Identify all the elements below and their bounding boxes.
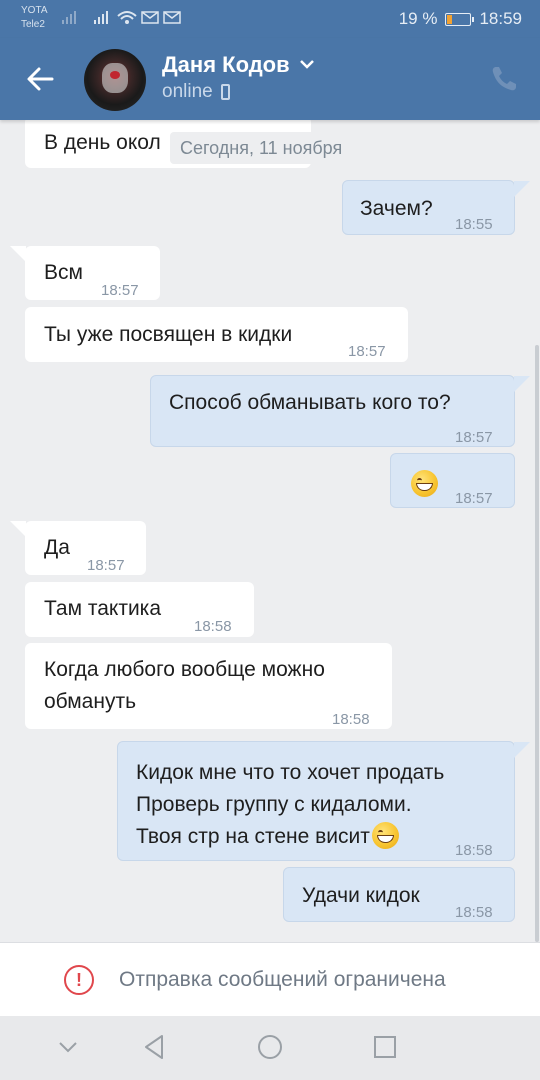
message-time: 18:57 xyxy=(348,343,386,360)
restriction-text: Отправка сообщений ограничена xyxy=(119,968,446,991)
chevron-down-icon xyxy=(296,56,314,72)
contact-name: Даня Кодов xyxy=(162,52,290,77)
bubble-tail xyxy=(514,742,530,758)
status-right: 19 % 18:59 xyxy=(399,9,522,29)
grinning-face-icon xyxy=(371,821,399,849)
message-list[interactable]: В день окол Сегодня, 11 ноября Зачем? 18… xyxy=(0,120,540,942)
battery-fill xyxy=(447,14,452,24)
carrier-2: Tele2 xyxy=(21,19,45,30)
message-incoming[interactable]: Когда любого вообще можно обмануть 18:58 xyxy=(25,643,392,729)
message-text: Способ обманывать кого то? xyxy=(169,391,451,414)
avatar[interactable] xyxy=(84,49,146,111)
message-text: Твоя стр на стене висит xyxy=(136,825,370,848)
message-outgoing[interactable]: Способ обманывать кого то? 18:57 xyxy=(150,375,515,447)
bubble-tail xyxy=(514,376,530,392)
message-time: 18:57 xyxy=(101,282,139,299)
carrier-1: YOTA xyxy=(21,5,48,16)
message-time: 18:57 xyxy=(455,429,493,446)
back-icon[interactable] xyxy=(139,1032,169,1062)
message-outgoing[interactable]: Кидок мне что то хочет продать Проверь г… xyxy=(117,741,515,861)
chat-header: Даня Кодов online xyxy=(0,38,540,120)
message-incoming[interactable]: Всм 18:57 xyxy=(25,246,160,300)
signal-icon xyxy=(62,11,181,24)
status-bar: YOTA Tele2 19 % 18:59 xyxy=(0,0,540,38)
message-text-line: Кидок мне что то хочет продать xyxy=(136,761,445,784)
scrollbar[interactable] xyxy=(535,345,539,942)
grinning-face-icon xyxy=(411,469,438,497)
message-text: Удачи кидок xyxy=(302,884,420,907)
message-text: Всм xyxy=(44,261,83,284)
message-text: Ты уже посвящен в кидки xyxy=(44,323,293,346)
bubble-tail xyxy=(10,521,26,537)
online-status: online xyxy=(162,81,230,103)
message-text-line: Проверь группу с кидаломи. xyxy=(136,793,412,816)
mobile-icon xyxy=(220,84,230,100)
message-text-line: Когда любого вообще можно xyxy=(44,658,325,681)
hide-keyboard-icon[interactable] xyxy=(53,1032,83,1062)
message-time: 18:58 xyxy=(194,618,232,635)
message-incoming[interactable]: Да 18:57 xyxy=(25,521,146,575)
carrier-names: YOTA Tele2 xyxy=(21,4,47,32)
bubble-tail xyxy=(10,246,26,262)
message-text: Там тактика xyxy=(44,597,161,620)
message-time: 18:58 xyxy=(455,842,493,859)
online-text: online xyxy=(162,81,213,102)
date-separator: Сегодня, 11 ноября xyxy=(170,132,353,164)
back-arrow-icon[interactable] xyxy=(22,62,58,96)
phone-icon[interactable] xyxy=(488,63,520,95)
battery-icon xyxy=(445,12,475,26)
battery-percent: 19 % xyxy=(398,9,438,28)
exclamation-circle-icon: ! xyxy=(64,965,94,995)
signal-wifi-icons xyxy=(62,8,182,31)
message-outgoing[interactable]: 18:57 xyxy=(390,453,515,508)
message-outgoing[interactable]: Удачи кидок 18:58 xyxy=(283,867,515,922)
message-text: Да xyxy=(44,536,70,559)
contact-name-group[interactable]: Даня Кодов xyxy=(162,52,314,78)
message-incoming[interactable]: Там тактика 18:58 xyxy=(25,582,254,637)
message-time: 18:55 xyxy=(455,216,493,233)
bubble-tail xyxy=(514,181,530,197)
restriction-banner: ! Отправка сообщений ограничена xyxy=(0,942,540,1017)
message-time: 18:58 xyxy=(455,904,493,921)
message-time: 18:57 xyxy=(455,490,493,507)
recents-icon[interactable] xyxy=(370,1032,400,1062)
home-icon[interactable] xyxy=(255,1032,285,1062)
message-incoming[interactable]: Ты уже посвящен в кидки 18:57 xyxy=(25,307,408,362)
message-time: 18:57 xyxy=(87,557,125,574)
message-text: В день окол xyxy=(44,131,161,154)
system-nav-bar xyxy=(0,1016,540,1080)
message-text: Зачем? xyxy=(360,197,433,220)
clock: 18:59 xyxy=(479,9,522,28)
message-outgoing[interactable]: Зачем? 18:55 xyxy=(342,180,515,235)
message-time: 18:58 xyxy=(332,711,370,728)
